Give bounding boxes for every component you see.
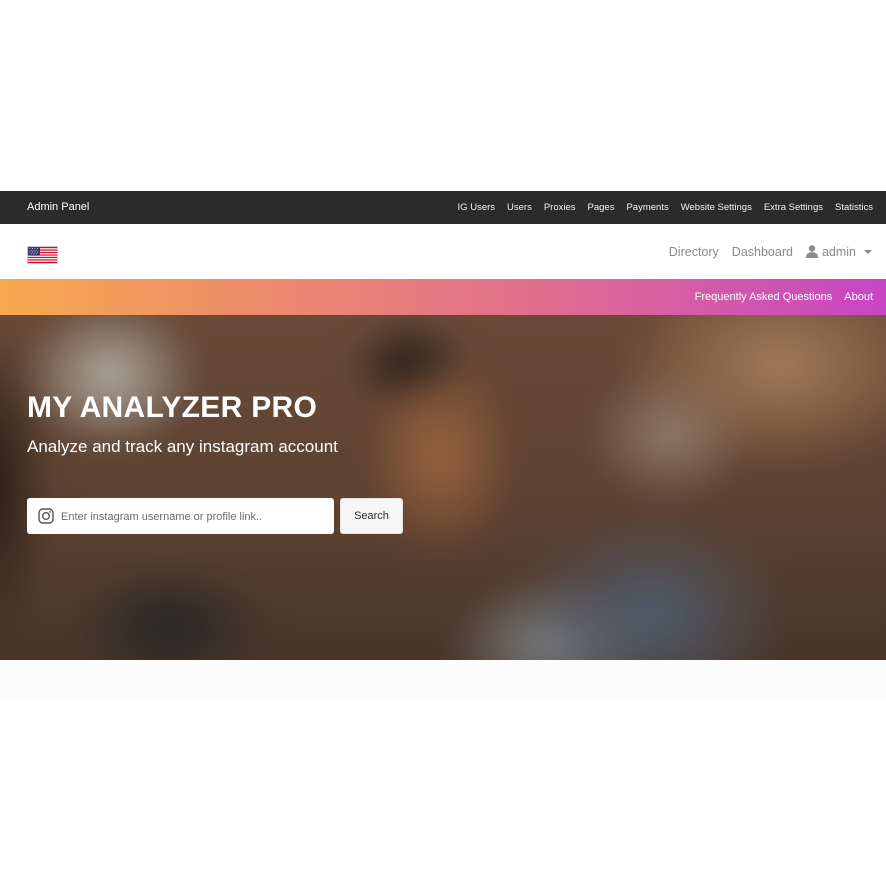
admin-bar: Admin Panel IG Users Users Proxies Pages… bbox=[0, 191, 886, 224]
hero-section: MY ANALYZER PRO Analyze and track any in… bbox=[0, 315, 886, 660]
admin-link-proxies[interactable]: Proxies bbox=[544, 202, 576, 213]
nav-directory[interactable]: Directory bbox=[669, 245, 719, 259]
admin-link-website-settings[interactable]: Website Settings bbox=[681, 202, 752, 213]
us-flag-icon[interactable] bbox=[27, 246, 58, 264]
chevron-down-icon bbox=[864, 250, 872, 254]
hero-subtitle: Analyze and track any instagram account bbox=[27, 437, 338, 456]
admin-links: IG Users Users Proxies Pages Payments We… bbox=[458, 191, 873, 224]
user-icon bbox=[805, 245, 818, 258]
secondary-nav: Frequently Asked Questions About bbox=[0, 279, 886, 315]
instagram-icon bbox=[38, 508, 54, 524]
search-input[interactable] bbox=[59, 498, 329, 536]
content-area bbox=[0, 660, 886, 698]
admin-link-extra-settings[interactable]: Extra Settings bbox=[764, 202, 823, 213]
main-nav-links: Directory Dashboard admin bbox=[669, 224, 872, 279]
admin-link-pages[interactable]: Pages bbox=[588, 202, 615, 213]
nav-faq[interactable]: Frequently Asked Questions bbox=[695, 291, 833, 303]
nav-about[interactable]: About bbox=[844, 291, 873, 303]
secondary-nav-links: Frequently Asked Questions About bbox=[695, 279, 873, 315]
search-box bbox=[27, 498, 334, 536]
admin-link-payments[interactable]: Payments bbox=[626, 202, 668, 213]
user-name: admin bbox=[821, 244, 856, 259]
admin-link-ig-users[interactable]: IG Users bbox=[458, 202, 495, 213]
main-nav: Directory Dashboard admin bbox=[0, 224, 886, 279]
admin-link-users[interactable]: Users bbox=[507, 202, 532, 213]
admin-link-statistics[interactable]: Statistics bbox=[835, 202, 873, 213]
admin-panel-brand[interactable]: Admin Panel bbox=[27, 191, 89, 224]
user-menu[interactable]: admin bbox=[805, 244, 872, 259]
hero-title: MY ANALYZER PRO bbox=[27, 391, 318, 424]
search-button[interactable]: Search bbox=[340, 498, 403, 534]
nav-dashboard[interactable]: Dashboard bbox=[732, 245, 793, 259]
